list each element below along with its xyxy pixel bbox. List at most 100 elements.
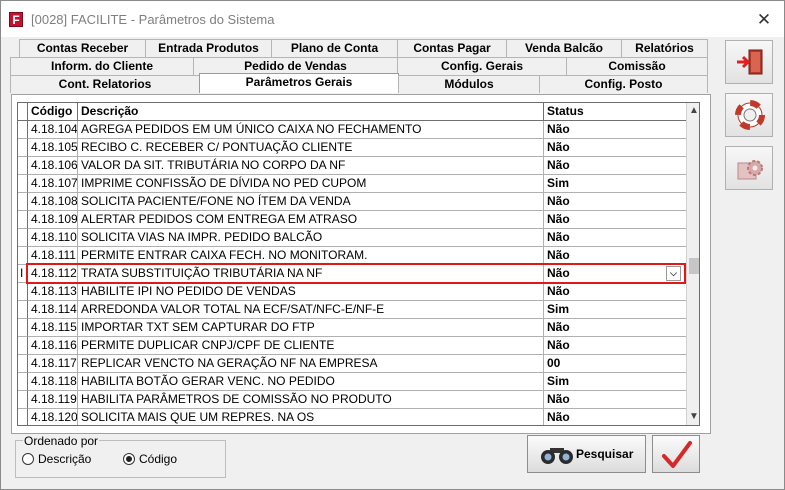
row-indicator[interactable] (18, 175, 28, 193)
tab-contas-receber[interactable]: Contas Receber (19, 39, 146, 57)
tab-relatorios[interactable]: Relatórios (621, 39, 708, 57)
cell-codigo[interactable]: 4.18.115 (28, 319, 78, 337)
cell-status[interactable]: Não (544, 139, 686, 157)
row-indicator[interactable] (18, 229, 28, 247)
cell-codigo[interactable]: 4.18.110 (28, 229, 78, 247)
tab-entrada-produtos[interactable]: Entrada Produtos (145, 39, 272, 57)
row-indicator[interactable] (18, 157, 28, 175)
cell-codigo[interactable]: 4.18.116 (28, 337, 78, 355)
tab-cont-relatorios[interactable]: Cont. Relatorios (10, 75, 200, 93)
cell-codigo[interactable]: 4.18.119 (28, 391, 78, 409)
confirm-button[interactable] (652, 435, 700, 473)
scroll-thumb[interactable] (689, 258, 699, 274)
scroll-down-arrow-icon[interactable]: ▼ (687, 410, 699, 424)
cell-status[interactable]: Não (544, 391, 686, 409)
table-row[interactable]: 4.18.120 SOLICITA MAIS QUE UM REPRES. NA … (18, 409, 686, 425)
cell-descricao[interactable]: VALOR DA SIT. TRIBUTÁRIA NO CORPO DA NF (78, 157, 544, 175)
cell-descricao[interactable]: ARREDONDA VALOR TOTAL NA ECF/SAT/NFC-E/N… (78, 301, 544, 319)
tab-config-posto[interactable]: Config. Posto (539, 75, 708, 93)
cell-codigo[interactable]: 4.18.104 (28, 121, 78, 139)
cell-codigo[interactable]: 4.18.114 (28, 301, 78, 319)
tab-venda-balcao[interactable]: Venda Balcão (506, 39, 622, 57)
cell-status[interactable]: Sim (544, 301, 686, 319)
table-row[interactable]: 4.18.104 AGREGA PEDIDOS EM UM ÚNICO CAIXA… (18, 121, 686, 139)
tab-contas-pagar[interactable]: Contas Pagar (397, 39, 507, 57)
tab-config-gerais[interactable]: Config. Gerais (397, 57, 567, 75)
cell-status[interactable]: Não (544, 193, 686, 211)
cell-status[interactable]: Não (544, 229, 686, 247)
table-row[interactable]: 4.18.105 RECIBO C. RECEBER C/ PONTUAÇÃO C… (18, 139, 686, 157)
cell-descricao[interactable]: ALERTAR PEDIDOS COM ENTREGA EM ATRASO (78, 211, 544, 229)
table-row[interactable]: 4.18.110 SOLICITA VIAS NA IMPR. PEDIDO BA… (18, 229, 686, 247)
tab-plano-de-conta[interactable]: Plano de Conta (271, 39, 398, 57)
order-codigo-radio[interactable] (123, 453, 135, 465)
row-indicator[interactable] (18, 373, 28, 391)
close-button[interactable]: ✕ (751, 8, 777, 32)
table-row[interactable]: 4.18.116 PERMITE DUPLICAR CNPJ/CPF DE CLI… (18, 337, 686, 355)
scroll-up-arrow-icon[interactable]: ▲ (687, 104, 699, 118)
cell-status[interactable]: Não (544, 319, 686, 337)
cell-descricao[interactable]: HABILITA PARÂMETROS DE COMISSÃO NO PRODU… (78, 391, 544, 409)
cell-status[interactable]: Não (544, 409, 686, 425)
row-indicator[interactable] (18, 301, 28, 319)
table-row[interactable]: 4.18.106 VALOR DA SIT. TRIBUTÁRIA NO CORP… (18, 157, 686, 175)
vertical-scrollbar[interactable]: ▲ ▼ (686, 103, 699, 425)
cell-codigo[interactable]: 4.18.106 (28, 157, 78, 175)
tab-parametros-gerais[interactable]: Parâmetros Gerais (199, 73, 399, 93)
cell-descricao[interactable]: IMPRIME CONFISSÃO DE DÍVIDA NO PED CUPOM (78, 175, 544, 193)
tab-modulos[interactable]: Módulos (398, 75, 540, 93)
cell-status[interactable]: Não (544, 121, 686, 139)
row-indicator[interactable] (18, 283, 28, 301)
cell-descricao[interactable]: SOLICITA MAIS QUE UM REPRES. NA OS (78, 409, 544, 425)
search-button[interactable]: Pesquisar (527, 435, 646, 473)
row-indicator[interactable] (18, 193, 28, 211)
row-indicator[interactable] (18, 391, 28, 409)
cell-status[interactable]: 00 (544, 355, 686, 373)
row-indicator[interactable] (18, 319, 28, 337)
table-row[interactable]: 4.18.113 HABILITE IPI NO PEDIDO DE VENDAS… (18, 283, 686, 301)
tab-comissao[interactable]: Comissão (566, 57, 708, 75)
cell-descricao[interactable]: PERMITE DUPLICAR CNPJ/CPF DE CLIENTE (78, 337, 544, 355)
table-row[interactable]: 4.18.109 ALERTAR PEDIDOS COM ENTREGA EM A… (18, 211, 686, 229)
cell-status[interactable]: Sim (544, 373, 686, 391)
cell-codigo[interactable]: 4.18.107 (28, 175, 78, 193)
tab-inform-cliente[interactable]: Inform. do Cliente (10, 57, 194, 75)
cell-codigo[interactable]: 4.18.113 (28, 283, 78, 301)
cell-descricao[interactable]: SOLICITA VIAS NA IMPR. PEDIDO BALCÃO (78, 229, 544, 247)
column-header-codigo[interactable]: Código (28, 103, 78, 120)
column-header-status[interactable]: Status (544, 103, 686, 120)
table-row[interactable]: 4.18.114 ARREDONDA VALOR TOTAL NA ECF/SAT… (18, 301, 686, 319)
order-codigo-label[interactable]: Código (139, 452, 177, 466)
cell-status[interactable]: Não (544, 337, 686, 355)
table-row[interactable]: 4.18.107 IMPRIME CONFISSÃO DE DÍVIDA NO P… (18, 175, 686, 193)
cell-status[interactable]: Não (544, 157, 686, 175)
row-indicator[interactable] (18, 409, 28, 425)
cell-descricao[interactable]: IMPORTAR TXT SEM CAPTURAR DO FTP (78, 319, 544, 337)
cell-descricao[interactable]: SOLICITA PACIENTE/FONE NO ÍTEM DA VENDA (78, 193, 544, 211)
cell-codigo[interactable]: 4.18.118 (28, 373, 78, 391)
cell-status[interactable]: Não (544, 211, 686, 229)
column-header-descricao[interactable]: Descrição (78, 103, 544, 120)
cell-codigo[interactable]: 4.18.105 (28, 139, 78, 157)
cell-descricao[interactable]: AGREGA PEDIDOS EM UM ÚNICO CAIXA NO FECH… (78, 121, 544, 139)
cell-status[interactable]: Sim (544, 175, 686, 193)
table-row[interactable]: 4.18.115 IMPORTAR TXT SEM CAPTURAR DO FTP… (18, 319, 686, 337)
row-indicator[interactable] (18, 337, 28, 355)
cell-descricao[interactable]: REPLICAR VENCTO NA GERAÇÃO NF NA EMPRESA (78, 355, 544, 373)
table-row[interactable]: 4.18.117 REPLICAR VENCTO NA GERAÇÃO NF NA… (18, 355, 686, 373)
cell-descricao[interactable]: HABILITA BOTÃO GERAR VENC. NO PEDIDO (78, 373, 544, 391)
order-descricao-radio[interactable] (22, 453, 34, 465)
row-indicator[interactable] (18, 121, 28, 139)
cell-status[interactable]: Não (544, 283, 686, 301)
cell-codigo[interactable]: 4.18.117 (28, 355, 78, 373)
table-row[interactable]: 4.18.108 SOLICITA PACIENTE/FONE NO ÍTEM D… (18, 193, 686, 211)
cell-codigo[interactable]: 4.18.109 (28, 211, 78, 229)
table-row[interactable]: 4.18.119 HABILITA PARÂMETROS DE COMISSÃO … (18, 391, 686, 409)
cell-codigo[interactable]: 4.18.120 (28, 409, 78, 425)
row-indicator[interactable] (18, 355, 28, 373)
row-indicator[interactable] (18, 211, 28, 229)
cell-codigo[interactable]: 4.18.108 (28, 193, 78, 211)
exit-button[interactable] (725, 40, 773, 84)
settings-button[interactable] (725, 146, 773, 190)
order-descricao-label[interactable]: Descrição (38, 452, 91, 466)
